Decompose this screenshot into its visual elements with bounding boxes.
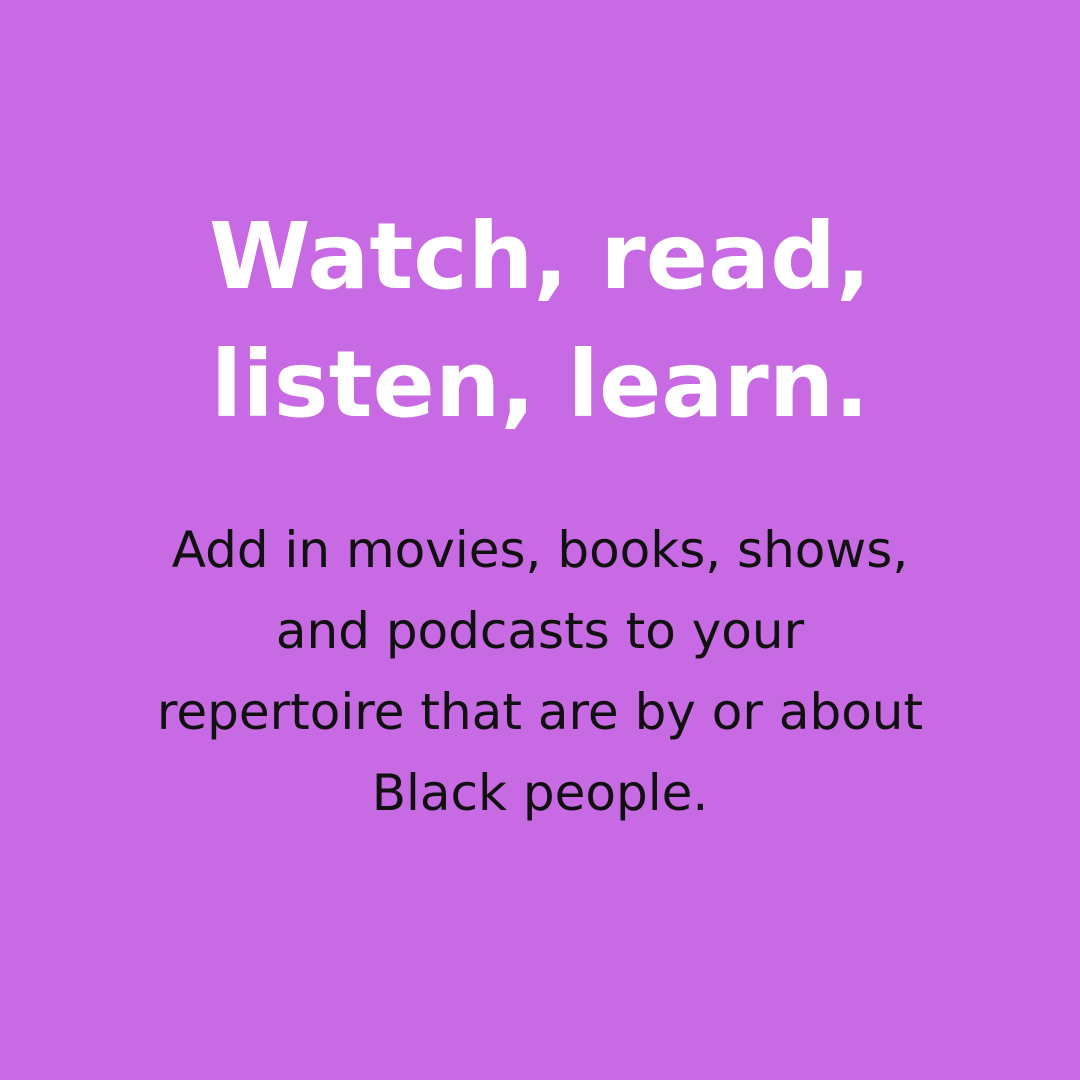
headline-line: listen, learn.: [210, 331, 870, 438]
headline: Watch, read, listen, learn.: [0, 193, 1080, 449]
body-line: and podcasts to your: [275, 602, 805, 660]
body-line: Black people.: [371, 764, 709, 822]
post-card: Watch, read, listen, learn. Add in movie…: [0, 0, 1080, 1080]
headline-line: Watch, read,: [209, 203, 871, 310]
body-line: Add in movies, books, shows,: [171, 521, 909, 579]
body-text: Add in movies, books, shows, and podcast…: [0, 510, 1080, 834]
body-line: repertoire that are by or about: [156, 683, 924, 741]
